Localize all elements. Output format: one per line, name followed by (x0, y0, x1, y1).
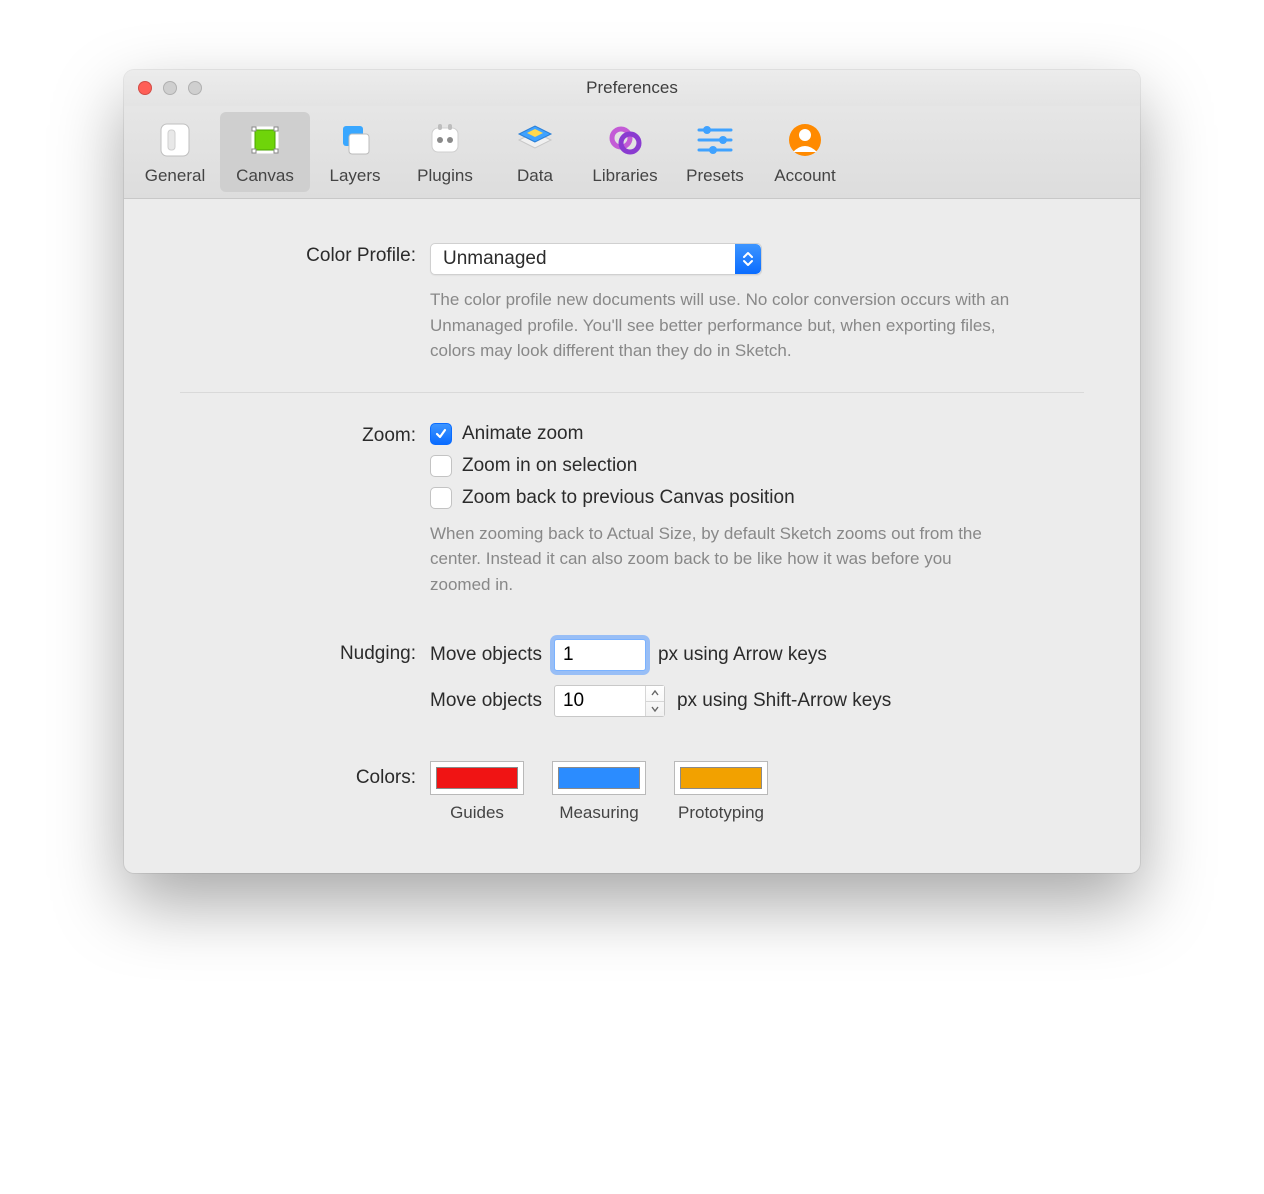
tab-account[interactable]: Account (760, 112, 850, 192)
tab-plugins[interactable]: Plugins (400, 112, 490, 192)
color-label-measuring: Measuring (559, 803, 638, 823)
zoom-on-selection-row[interactable]: Zoom in on selection (430, 455, 1084, 477)
zoom-label: Zoom: (180, 423, 430, 447)
nudging-label: Nudging: (180, 639, 430, 665)
tab-label: Data (517, 166, 553, 186)
tab-label: Presets (686, 166, 744, 186)
close-button[interactable] (138, 81, 152, 95)
stepper-down-icon[interactable] (646, 702, 664, 717)
color-label-prototyping: Prototyping (678, 803, 764, 823)
tab-general[interactable]: General (130, 112, 220, 192)
color-profile-label: Color Profile: (180, 243, 430, 267)
zoom-back-prev-label: Zoom back to previous Canvas position (462, 487, 795, 509)
tab-canvas[interactable]: Canvas (220, 112, 310, 192)
nudge-shift-prefix: Move objects (430, 690, 542, 712)
tab-presets[interactable]: Presets (670, 112, 760, 192)
color-profile-help: The color profile new documents will use… (430, 287, 1040, 364)
nudge-arrow-field-wrap (554, 639, 646, 671)
tab-label: General (145, 166, 205, 186)
tab-label: Canvas (236, 166, 294, 186)
window-title: Preferences (586, 78, 678, 98)
tab-label: Libraries (592, 166, 657, 186)
canvas-icon (241, 116, 289, 164)
plugins-icon (421, 116, 469, 164)
color-profile-value: Unmanaged (431, 248, 735, 270)
general-icon (151, 116, 199, 164)
libraries-icon (601, 116, 649, 164)
minimize-button[interactable] (163, 81, 177, 95)
zoom-on-selection-label: Zoom in on selection (462, 455, 637, 477)
tab-layers[interactable]: Layers (310, 112, 400, 192)
color-swatch-prototyping (680, 767, 762, 789)
color-well-guides[interactable] (430, 761, 524, 795)
nudge-shift-suffix: px using Shift-Arrow keys (677, 690, 891, 712)
nudge-arrow-input[interactable] (555, 640, 645, 670)
zoom-back-prev-row[interactable]: Zoom back to previous Canvas position (430, 487, 1084, 509)
zoom-back-prev-checkbox[interactable] (430, 487, 452, 509)
preferences-toolbar: General Canvas (124, 106, 1140, 199)
color-swatch-guides (436, 767, 518, 789)
tab-label: Plugins (417, 166, 473, 186)
nudge-arrow-suffix: px using Arrow keys (658, 644, 827, 666)
color-label-guides: Guides (450, 803, 504, 823)
zoom-button[interactable] (188, 81, 202, 95)
stepper-up-icon[interactable] (646, 686, 664, 702)
separator (180, 392, 1084, 393)
account-icon (781, 116, 829, 164)
preferences-window: Preferences General (124, 70, 1140, 873)
zoom-help: When zooming back to Actual Size, by def… (430, 521, 990, 598)
presets-icon (691, 116, 739, 164)
animate-zoom-row[interactable]: Animate zoom (430, 423, 1084, 445)
tab-label: Account (774, 166, 835, 186)
nudge-shift-input[interactable] (555, 686, 645, 716)
window-controls (138, 70, 202, 106)
color-profile-select[interactable]: Unmanaged (430, 243, 762, 275)
animate-zoom-checkbox[interactable] (430, 423, 452, 445)
color-well-measuring[interactable] (552, 761, 646, 795)
zoom-on-selection-checkbox[interactable] (430, 455, 452, 477)
nudge-shift-field-wrap (554, 685, 665, 717)
colors-label: Colors: (180, 761, 430, 789)
select-arrows-icon (735, 244, 761, 274)
layers-icon (331, 116, 379, 164)
tab-libraries[interactable]: Libraries (580, 112, 670, 192)
titlebar: Preferences (124, 70, 1140, 106)
nudge-arrow-prefix: Move objects (430, 644, 542, 666)
tab-label: Layers (329, 166, 380, 186)
nudge-shift-stepper[interactable] (645, 686, 664, 716)
color-well-prototyping[interactable] (674, 761, 768, 795)
data-icon (511, 116, 559, 164)
color-swatch-measuring (558, 767, 640, 789)
tab-data[interactable]: Data (490, 112, 580, 192)
animate-zoom-label: Animate zoom (462, 423, 583, 445)
preferences-body: Color Profile: Unmanaged The color profi… (124, 199, 1140, 873)
